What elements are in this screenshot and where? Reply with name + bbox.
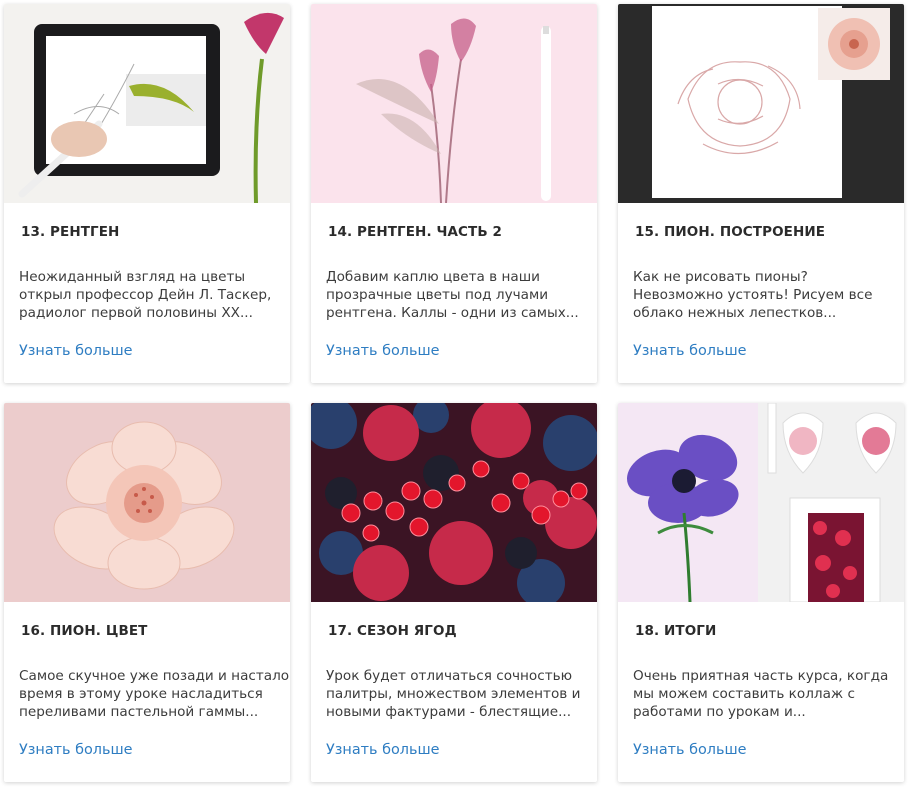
course-card[interactable]: 15. ПИОН. ПОСТРОЕНИЕ Как не рисовать пио…	[618, 4, 904, 383]
description-line: Урок будет отличаться сочностью	[326, 668, 573, 684]
course-card[interactable]: 18. ИТОГИ Очень приятная часть курса, ко…	[618, 403, 904, 782]
learn-more-link[interactable]: Узнать больше	[326, 742, 439, 758]
learn-more-link[interactable]: Узнать больше	[19, 343, 132, 359]
description-line: Самое скучное уже позади и настало	[19, 668, 290, 684]
description-line: Как не рисовать пионы?	[633, 269, 808, 285]
description-line: мы можем составить коллаж с	[633, 686, 855, 702]
card-title: 14. РЕНТГЕН. ЧАСТЬ 2	[328, 224, 503, 240]
description-line: открыл профессор Дейн Л. Таскер,	[19, 287, 272, 303]
description-line: прозрачные цветы под лучами	[326, 287, 549, 303]
card-image-anemone-collage[interactable]	[618, 403, 904, 602]
description-line: Неожиданный взгляд на цветы	[19, 269, 246, 285]
learn-more-link[interactable]: Узнать больше	[633, 343, 746, 359]
card-image-xray-calla[interactable]	[311, 4, 597, 203]
description-line: радиолог первой половины XX...	[19, 305, 253, 321]
description-line: палитры, множеством элементов и	[326, 686, 581, 702]
card-image-berries[interactable]	[311, 403, 597, 602]
description-line: Добавим каплю цвета в наши	[326, 269, 540, 285]
description-line: новыми фактурами - блестящие...	[326, 704, 572, 720]
card-title: 17. СЕЗОН ЯГОД	[328, 623, 457, 639]
course-card[interactable]: 17. СЕЗОН ЯГОД Урок будет отличаться соч…	[311, 403, 597, 782]
card-image-tablet-drawing[interactable]	[4, 4, 290, 203]
card-description: Самое скучное уже позади и настало время…	[19, 667, 290, 721]
description-line: Невозможно устоять! Рисуем все	[633, 287, 873, 303]
card-title: 18. ИТОГИ	[635, 623, 717, 639]
card-title: 15. ПИОН. ПОСТРОЕНИЕ	[635, 224, 826, 240]
learn-more-link[interactable]: Узнать больше	[19, 742, 132, 758]
description-line: облако нежных лепестков...	[633, 305, 837, 321]
description-line: работами по урокам и...	[633, 704, 806, 720]
description-line: рентгена. Каллы - одни из самых...	[326, 305, 579, 321]
description-line: Очень приятная часть курса, когда	[633, 668, 889, 684]
description-line: время в этому уроке насладиться	[19, 686, 263, 702]
card-description: Неожиданный взгляд на цветы открыл профе…	[19, 268, 279, 322]
card-description: Очень приятная часть курса, когда мы мож…	[633, 667, 893, 721]
course-card[interactable]: 16. ПИОН. ЦВЕТ Самое скучное уже позади …	[4, 403, 290, 782]
learn-more-link[interactable]: Узнать больше	[326, 343, 439, 359]
course-card[interactable]: 13. РЕНТГЕН Неожиданный взгляд на цветы …	[4, 4, 290, 383]
card-image-pastel-peony[interactable]	[4, 403, 290, 602]
card-image-peony-sketch[interactable]	[618, 4, 904, 203]
card-description: Как не рисовать пионы? Невозможно устоят…	[633, 268, 893, 322]
card-title: 16. ПИОН. ЦВЕТ	[21, 623, 148, 639]
card-description: Добавим каплю цвета в наши прозрачные цв…	[326, 268, 586, 322]
card-title: 13. РЕНТГЕН	[21, 224, 120, 240]
description-line: переливами пастельной гаммы...	[19, 704, 259, 720]
card-description: Урок будет отличаться сочностью палитры,…	[326, 667, 586, 721]
course-card[interactable]: 14. РЕНТГЕН. ЧАСТЬ 2 Добавим каплю цвета…	[311, 4, 597, 383]
learn-more-link[interactable]: Узнать больше	[633, 742, 746, 758]
